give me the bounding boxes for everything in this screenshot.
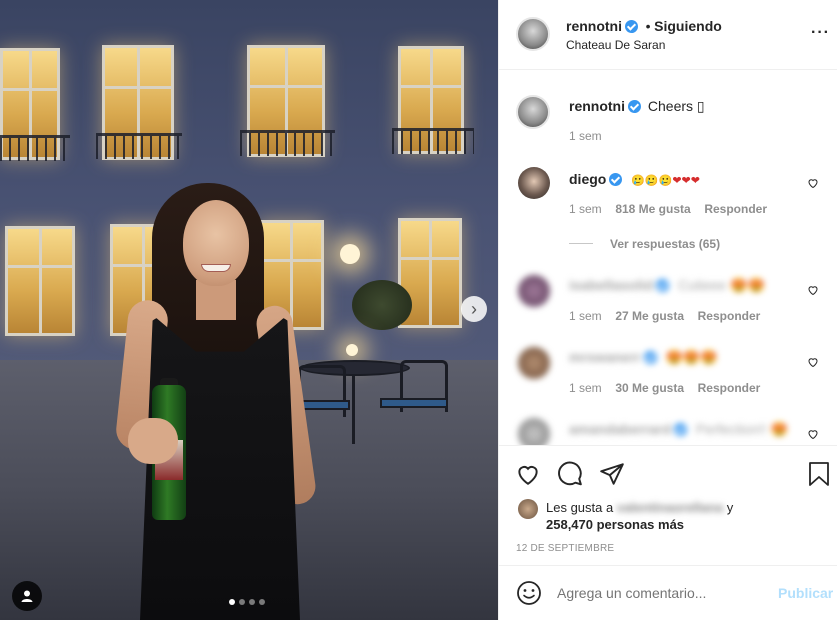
caption-time: 1 sem — [569, 129, 602, 143]
verified-badge-icon — [625, 20, 638, 33]
post-actions: Les gusta a valentinaorellana y 258,470 … — [499, 445, 837, 565]
publish-button[interactable]: Publicar — [778, 585, 833, 601]
comment-input[interactable] — [557, 582, 757, 604]
emoji-smiley-icon[interactable] — [516, 580, 542, 606]
verified-badge-icon — [673, 423, 687, 436]
balcony-railing — [392, 128, 474, 154]
comment-text: Cutieee 😍😍 — [677, 277, 765, 293]
person-face — [183, 200, 249, 286]
caption: rennotni Cheers ▯ — [569, 98, 705, 115]
person-neck — [196, 280, 236, 320]
reply-button[interactable]: Responder — [704, 202, 767, 216]
author-username[interactable]: rennotni — [566, 18, 622, 34]
comment-time: 1 sem — [569, 309, 602, 323]
comment-avatar[interactable] — [518, 275, 550, 307]
comment-time: 1 sem — [569, 381, 602, 395]
replies-divider — [569, 243, 593, 244]
share-plane-icon[interactable] — [599, 461, 625, 487]
caption-username[interactable]: rennotni — [569, 98, 625, 114]
comment-likes[interactable]: 27 Me gusta — [615, 309, 684, 323]
likes-summary: Les gusta a valentinaorellana y — [546, 500, 733, 515]
potted-plant — [352, 280, 412, 330]
like-heart-icon[interactable] — [515, 461, 541, 487]
follow-status-button[interactable]: Siguiendo — [654, 18, 722, 34]
reply-button[interactable]: Responder — [698, 309, 761, 323]
comment-bubble-icon[interactable] — [557, 461, 583, 487]
comment-likes[interactable]: 818 Me gusta — [615, 202, 690, 216]
more-options-icon[interactable]: ··· — [811, 24, 830, 42]
view-replies-button[interactable]: Ver respuestas (65) — [610, 237, 720, 251]
chevron-right-icon: › — [471, 299, 477, 319]
save-bookmark-icon[interactable] — [807, 461, 831, 487]
comment-avatar[interactable] — [518, 167, 550, 199]
comment-username[interactable]: amandaberrard — [569, 421, 671, 437]
comment-likes[interactable]: 30 Me gusta — [615, 381, 684, 395]
comments-list[interactable]: rennotni Cheers ▯ 1 sem diego 🥲🥲🥲❤❤❤ 1 s… — [499, 70, 837, 445]
comment-body: mrswanerr 😍😍😍 — [569, 349, 718, 366]
balcony-railing — [96, 133, 182, 159]
comment-body: amandaberrard Perfection!! 😍 — [569, 421, 788, 438]
user-icon — [21, 590, 33, 602]
verified-badge-icon — [609, 173, 623, 186]
post-date[interactable]: 12 DE SEPTIEMBRE — [516, 543, 614, 554]
comment-like-icon[interactable] — [807, 428, 819, 440]
person-smile — [201, 264, 231, 272]
caption-avatar[interactable] — [516, 95, 550, 129]
comment-meta: 1 sem 27 Me gusta Responder — [569, 308, 760, 323]
carousel-next-button[interactable]: › — [461, 296, 487, 322]
comment-username[interactable]: mrswanerr — [569, 349, 641, 365]
carousel-dot-active — [229, 599, 235, 605]
comment-time: 1 sem — [569, 202, 602, 216]
comment-text: 😍😍😍 — [665, 349, 718, 365]
comment-meta: 1 sem 30 Me gusta Responder — [569, 380, 760, 395]
comment-composer: Publicar — [499, 565, 837, 620]
comment-meta: 1 sem 818 Me gusta Responder — [569, 201, 767, 216]
comment-avatar[interactable] — [518, 347, 550, 379]
comment-body: isabellasolid Cutieee 😍😍 — [569, 277, 765, 294]
likes-suffix: y — [726, 500, 734, 515]
liker-username[interactable]: valentinaorellana — [617, 500, 723, 515]
comment-like-icon[interactable] — [807, 284, 819, 296]
author-avatar[interactable] — [516, 17, 550, 51]
reply-button[interactable]: Responder — [698, 381, 761, 395]
carousel-dots — [229, 599, 265, 605]
chair-cushion — [380, 398, 448, 408]
likes-prefix: Les gusta a — [546, 500, 614, 515]
likes-count[interactable]: 258,470 personas más — [546, 517, 684, 532]
verified-badge-icon — [628, 100, 641, 113]
tagged-users-button[interactable] — [12, 581, 42, 611]
table-candle — [346, 344, 358, 356]
balcony-railing — [240, 130, 335, 156]
carousel-dot — [249, 599, 255, 605]
comment-avatar[interactable] — [518, 418, 550, 445]
comment-like-icon[interactable] — [807, 356, 819, 368]
carousel-dot — [259, 599, 265, 605]
post-sidebar: rennotni • Siguiendo Chateau De Saran ··… — [498, 0, 837, 620]
verified-badge-icon — [643, 351, 657, 364]
balcony-railing — [0, 135, 70, 161]
carousel-dot — [239, 599, 245, 605]
liker-avatar[interactable] — [518, 499, 538, 519]
comment-text: 🥲🥲🥲❤❤❤ — [631, 175, 700, 187]
comment-body: diego 🥲🥲🥲❤❤❤ — [569, 171, 700, 187]
post-photo[interactable]: › — [0, 0, 498, 620]
comment-text: Perfection!! 😍 — [695, 421, 788, 437]
window — [5, 226, 75, 336]
verified-badge-icon — [656, 279, 670, 292]
person-hand — [128, 418, 178, 464]
post-location[interactable]: Chateau De Saran — [566, 38, 665, 52]
comment-username[interactable]: diego — [569, 171, 606, 187]
table-leg — [352, 374, 355, 444]
caption-text: Cheers ▯ — [647, 98, 705, 114]
post-header: rennotni • Siguiendo Chateau De Saran ··… — [499, 0, 837, 70]
wall-lamp — [340, 244, 360, 264]
separator-dot: • — [645, 18, 651, 34]
comment-like-icon[interactable] — [807, 177, 819, 189]
author-line: rennotni • Siguiendo — [566, 18, 722, 34]
comment-username[interactable]: isabellasolid — [569, 277, 653, 293]
